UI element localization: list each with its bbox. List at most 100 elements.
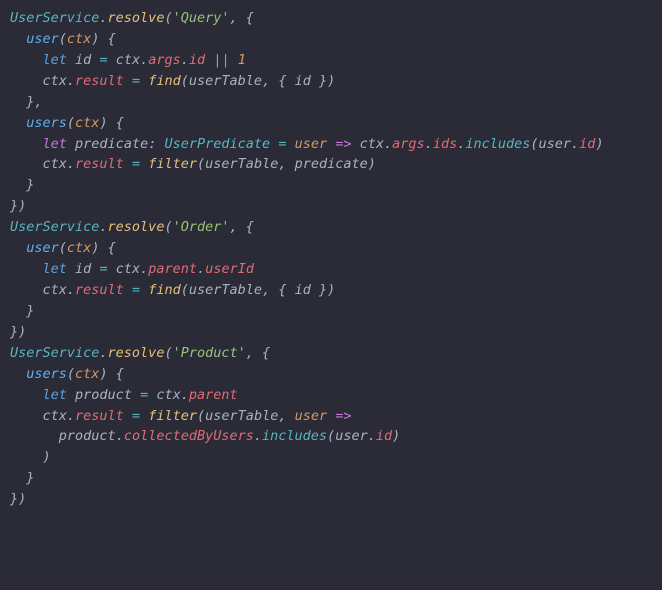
token-prop: result [75,282,124,298]
token-punc [10,261,43,277]
code-line: ctx.result = filter(userTable, predicate… [10,154,652,175]
token-punc: }) [311,73,335,89]
token-punc: } [10,470,34,486]
token-punc: }) [10,198,26,214]
token-op: = [99,261,107,277]
token-ident: userTable [189,282,262,298]
token-ident: ctx [360,136,384,152]
token-punc: ( [197,156,205,172]
token-punc [124,408,132,424]
token-op: = [132,282,140,298]
token-punc: ) { [91,31,115,47]
code-line: ctx.result = find(userTable, { id }) [10,71,652,92]
code-line: ctx.result = find(userTable, { id }) [10,280,652,301]
token-ident: product [59,428,116,444]
token-punc: ( [197,408,205,424]
token-prop: parent [189,387,238,403]
token-punc: ( [327,428,335,444]
token-punc: ( [181,73,189,89]
token-call: resolve [108,219,165,235]
token-call: find [148,282,181,298]
token-op: = [132,156,140,172]
code-line: UserService.resolve('Product', { [10,343,652,364]
token-type: UserService [10,10,99,26]
token-prop: ids [433,136,457,152]
token-op: = [132,408,140,424]
token-punc [67,387,75,403]
token-punc [10,408,43,424]
token-punc [10,366,26,382]
token-punc: : [148,136,164,152]
token-punc: ( [164,345,172,361]
token-punc [10,115,26,131]
token-fn: user [26,240,59,256]
token-punc [124,282,132,298]
token-method: includes [465,136,530,152]
token-punc: . [181,52,189,68]
token-punc: . [254,428,262,444]
token-punc: , { [262,282,295,298]
token-prop: parent [148,261,197,277]
token-punc: ) { [99,366,123,382]
token-ident: userTable [205,408,278,424]
token-punc: ) [10,449,51,465]
token-punc: . [67,282,75,298]
token-prop: result [75,156,124,172]
token-punc [108,261,116,277]
code-line: user(ctx) { [10,238,652,259]
token-op: = [99,52,107,68]
token-punc: . [181,387,189,403]
token-punc [10,428,59,444]
token-punc: ) [392,428,400,444]
token-str: 'Product' [173,345,246,361]
token-punc [67,52,75,68]
token-punc [132,387,140,403]
token-punc: . [67,73,75,89]
token-ident: ctx [43,73,67,89]
token-punc: . [116,428,124,444]
token-punc: , { [262,73,295,89]
token-ident: predicate [75,136,148,152]
token-punc: ) { [99,115,123,131]
token-punc: }) [311,282,335,298]
token-ident: ctx [116,52,140,68]
token-punc: ( [67,366,75,382]
token-punc: ( [164,10,172,26]
token-ident: predicate [295,156,368,172]
token-ident: ctx [43,282,67,298]
token-punc [124,73,132,89]
code-line: }) [10,489,652,510]
code-line: } [10,468,652,489]
token-type: UserPredicate [164,136,270,152]
token-num: 1 [238,52,246,68]
token-punc [10,240,26,256]
token-prop: id [376,428,392,444]
token-punc [10,282,43,298]
token-punc: . [384,136,392,152]
token-param: ctx [75,366,99,382]
token-punc: . [99,219,107,235]
token-fn: users [26,366,67,382]
token-ident: id [295,73,311,89]
token-fn: user [26,31,59,47]
token-ident: ctx [156,387,180,403]
token-punc [10,136,43,152]
token-punc: ) [595,136,603,152]
token-punc: . [99,345,107,361]
code-line: product.collectedByUsers.includes(user.i… [10,426,652,447]
token-punc: , [278,408,294,424]
token-call: filter [148,408,197,424]
token-punc: . [368,428,376,444]
token-kw-let: let [43,261,67,277]
token-punc [10,387,43,403]
token-punc: . [67,156,75,172]
token-punc: } [10,303,34,319]
token-ident: ctx [43,408,67,424]
token-kw-let: let [43,52,67,68]
code-line: }) [10,196,652,217]
token-kw-decl: let [43,136,67,152]
code-line: let product = ctx.parent [10,385,652,406]
token-arrow: => [335,408,351,424]
token-prop: result [75,73,124,89]
token-ident: product [75,387,132,403]
